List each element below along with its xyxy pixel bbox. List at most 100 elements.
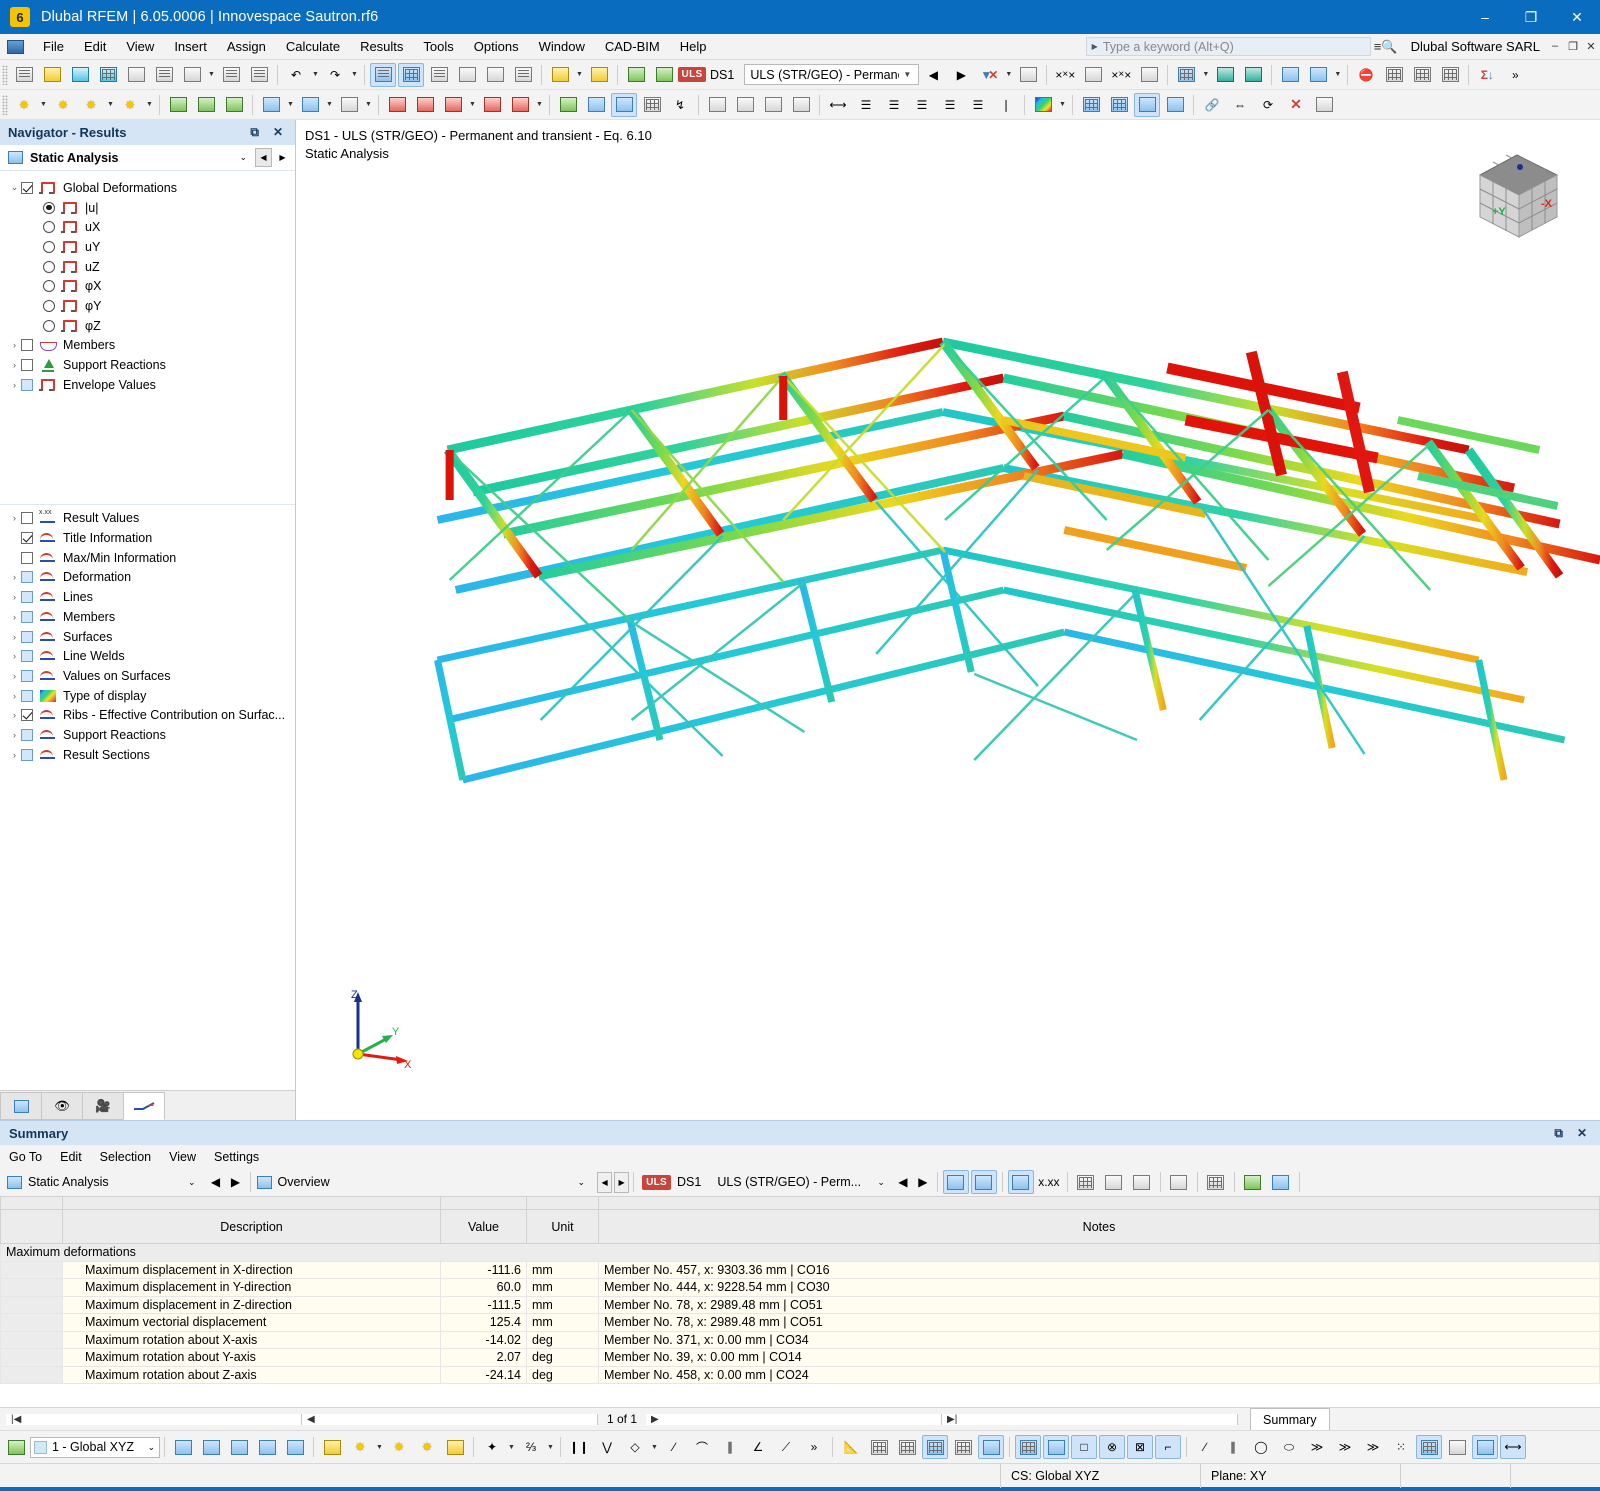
- plane-mode-icon[interactable]: ⌐: [1155, 1435, 1181, 1459]
- snap-midpoint-icon[interactable]: ❙❙: [566, 1435, 592, 1459]
- animation-dropdown-icon[interactable]: ▼: [1332, 63, 1343, 87]
- checkbox[interactable]: [21, 551, 33, 564]
- navigator-panel-icon[interactable]: [370, 62, 396, 87]
- boundary-box-icon[interactable]: [1444, 1435, 1470, 1459]
- tree-item-phiz[interactable]: φZ: [0, 316, 295, 336]
- checkbox[interactable]: [21, 709, 33, 722]
- free-load-dropdown-icon[interactable]: ▼: [534, 93, 545, 117]
- calculation-diagram-icon[interactable]: [1437, 63, 1463, 87]
- next-combination-icon[interactable]: ▶: [948, 63, 974, 87]
- checkbox[interactable]: [21, 728, 33, 741]
- line-load-icon[interactable]: [412, 93, 438, 117]
- checkbox[interactable]: [21, 359, 33, 372]
- toolbar-overflow-icon[interactable]: »: [1502, 63, 1528, 87]
- line-support-icon[interactable]: [193, 93, 219, 117]
- dimension-v-icon[interactable]: ☰: [881, 93, 907, 117]
- table-group-row[interactable]: Maximum deformations: [0, 1243, 1600, 1262]
- view-navigation-cube[interactable]: +Y -X: [1462, 145, 1572, 245]
- rotate-icon[interactable]: ⟳: [1255, 93, 1281, 117]
- link-objects-icon[interactable]: 🔗: [1199, 93, 1225, 117]
- ortho-mode-icon[interactable]: □: [1071, 1435, 1097, 1459]
- model-viewport[interactable]: DS1 - ULS (STR/GEO) - Permanent and tran…: [296, 120, 1600, 1120]
- print-dropdown-icon[interactable]: ▼: [206, 63, 217, 87]
- navigator-float-icon[interactable]: ⧉: [243, 125, 266, 140]
- checkbox[interactable]: [21, 630, 33, 643]
- tree-item-phix[interactable]: φX: [0, 276, 295, 296]
- snap-dropdown-icon[interactable]: ▼: [506, 1435, 517, 1459]
- summary-next-analysis-icon[interactable]: ▶: [227, 1170, 245, 1194]
- excel-export-icon[interactable]: [1240, 1170, 1266, 1194]
- tree-item-type-of-display[interactable]: › Type of display: [0, 686, 295, 706]
- set-origin-icon[interactable]: ✸: [347, 1435, 373, 1459]
- point-snap-icon[interactable]: [950, 1435, 976, 1459]
- import-icon[interactable]: [623, 63, 649, 87]
- new-polyline-icon[interactable]: ✸: [117, 93, 143, 117]
- scale-object-icon[interactable]: [254, 1435, 280, 1459]
- checkbox[interactable]: [21, 571, 33, 584]
- animation-icon[interactable]: [1305, 63, 1331, 87]
- extend-tool-icon[interactable]: ≫: [1360, 1435, 1386, 1459]
- menu-assign[interactable]: Assign: [217, 36, 276, 57]
- snap-intersection-icon[interactable]: ⋁: [594, 1435, 620, 1459]
- console-icon[interactable]: [454, 63, 480, 87]
- last-page-icon[interactable]: ▶|: [942, 1413, 1239, 1425]
- result-info-icon[interactable]: [1136, 63, 1162, 87]
- work-plane-icon[interactable]: [1162, 93, 1188, 117]
- grid-snap-toggle-icon[interactable]: [922, 1435, 948, 1459]
- circle-tool-icon[interactable]: ◯: [1248, 1435, 1274, 1459]
- calculation-stop-icon[interactable]: ⛔: [1353, 63, 1379, 87]
- plane-settings-icon[interactable]: [442, 1435, 468, 1459]
- grid-display-icon[interactable]: [866, 1435, 892, 1459]
- first-page-icon[interactable]: |◀: [6, 1413, 302, 1425]
- section-view-icon[interactable]: [1240, 63, 1266, 87]
- tree-item-support-reactions-display[interactable]: › Support Reactions: [0, 725, 295, 745]
- array-object-icon[interactable]: [282, 1435, 308, 1459]
- navigator-close-icon[interactable]: ✕: [266, 125, 290, 140]
- checkbox[interactable]: [21, 669, 33, 682]
- line-tool-icon[interactable]: ∕: [1192, 1435, 1218, 1459]
- table-row[interactable]: Maximum rotation about Z-axis -24.14 deg…: [0, 1365, 1600, 1384]
- line-snap-icon[interactable]: [978, 1435, 1004, 1459]
- solid-dropdown-icon[interactable]: ▼: [324, 93, 335, 117]
- print-table-icon[interactable]: [1203, 1170, 1229, 1194]
- member-load-icon[interactable]: [440, 93, 466, 117]
- navigator-tab-visibility[interactable]: 👁: [41, 1092, 83, 1120]
- column-header-unit[interactable]: Unit: [526, 1209, 599, 1244]
- chevron-right-icon[interactable]: ›: [8, 513, 21, 523]
- checkbox[interactable]: [21, 748, 33, 761]
- summary-close-icon[interactable]: ✕: [1570, 1126, 1594, 1141]
- chevron-down-icon[interactable]: ⌄: [188, 1177, 206, 1188]
- save-icon[interactable]: [151, 63, 177, 87]
- point-cloud-icon[interactable]: ⁙: [1388, 1435, 1414, 1459]
- new-solid-icon[interactable]: [297, 93, 323, 117]
- table-panel-icon[interactable]: [398, 62, 424, 87]
- add-object-icon[interactable]: [586, 63, 612, 87]
- summary-menu-goto[interactable]: Go To: [0, 1148, 51, 1166]
- doc-close-button[interactable]: ✕: [1582, 40, 1600, 53]
- tree-item-deformation[interactable]: › Deformation: [0, 568, 295, 588]
- surface-edit-icon[interactable]: [547, 63, 573, 87]
- table-filter-right-icon[interactable]: [1129, 1170, 1155, 1194]
- dimension-h-icon[interactable]: ☰: [853, 93, 879, 117]
- show-hinges-icon[interactable]: [583, 93, 609, 117]
- menu-file[interactable]: File: [33, 36, 74, 57]
- node-dropdown-icon[interactable]: ▼: [38, 93, 49, 117]
- chevron-right-icon[interactable]: ›: [8, 572, 21, 582]
- member-results-icon[interactable]: [1080, 63, 1106, 87]
- calculate-selected-icon[interactable]: [1409, 63, 1435, 87]
- column-header-value[interactable]: Value: [440, 1209, 527, 1244]
- chevron-right-icon[interactable]: ›: [8, 651, 21, 661]
- cloud-open-icon[interactable]: [67, 63, 93, 87]
- render-surface-icon[interactable]: [788, 93, 814, 117]
- deformation-scale-icon[interactable]: [1277, 63, 1303, 87]
- tree-item-phiy[interactable]: φY: [0, 296, 295, 316]
- show-result-diagram-icon[interactable]: [1007, 1170, 1034, 1194]
- perpendicular-dropdown-icon[interactable]: ▼: [649, 1435, 660, 1459]
- prev-analysis-icon[interactable]: ◀: [255, 148, 272, 167]
- new-surface-icon[interactable]: [258, 93, 284, 117]
- chevron-right-icon[interactable]: ›: [8, 710, 21, 720]
- hatch-tool-icon[interactable]: ≫: [1304, 1435, 1330, 1459]
- radio-button[interactable]: [43, 260, 55, 273]
- checkbox[interactable]: [21, 378, 33, 391]
- tree-item-result-values[interactable]: › Result Values: [0, 509, 295, 529]
